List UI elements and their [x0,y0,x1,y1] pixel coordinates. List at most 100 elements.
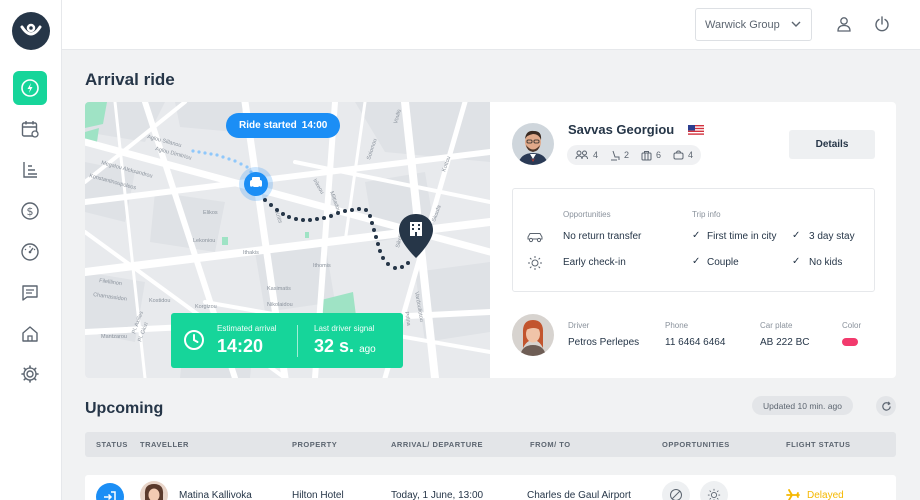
column-header-property[interactable]: PROPERTY [292,440,337,449]
settings-icon [21,365,39,383]
driver-phone[interactable]: 11 6464 6464 [665,337,725,348]
power-icon [875,16,889,32]
svg-text:Ithomis: Ithomis [313,263,331,269]
sidebar-item-rides[interactable] [13,71,47,105]
trip-info-item: First time in city [707,231,777,242]
stat-bags: 4 [673,150,693,160]
sun-icon [528,256,542,270]
ride-started-pill: Ride started 14:00 [226,113,341,138]
top-bar: Warwick Group [62,0,920,50]
traveller-name: Matina Kallivoka [179,490,252,500]
check-icon: ✓ [792,230,801,241]
estimated-arrival-label: Estimated arrival [217,324,277,333]
sidebar-item-dashboard[interactable] [13,235,47,269]
car-icon [527,233,543,243]
logo-mark-icon [20,23,42,36]
phone-label: Phone [665,321,689,330]
no-transfer-icon [662,481,690,500]
check-icon: ✓ [692,230,701,241]
svg-text:Kostidou: Kostidou [149,298,170,304]
svg-text:Ithakis: Ithakis [243,250,259,256]
trip-info-item: No kids [809,257,843,268]
trip-info-item: Couple [707,257,739,268]
column-header-from-to[interactable]: FROM/ TO [530,440,571,449]
car-color-swatch [842,338,858,346]
passenger-avatar [512,123,554,165]
sidebar-item-messages[interactable] [13,276,47,310]
check-icon: ✓ [692,256,701,267]
sidebar-item-finance[interactable]: $ [13,194,47,228]
svg-text:Mantzarou: Mantzarou [101,334,127,340]
arrival-time: Today, 1 June, 13:00 [391,490,484,500]
list-sort-icon [23,162,37,178]
upcoming-title: Upcoming [85,400,164,417]
logout-button[interactable] [872,14,892,34]
svg-text:$: $ [27,205,34,218]
svg-text:Nikolaidou: Nikolaidou [267,302,293,308]
plane-icon [786,489,800,500]
refresh-button[interactable] [876,396,896,416]
driver-name: Petros Perlepes [568,337,640,348]
seat-icon [611,150,620,160]
upcoming-table-header: STATUS TRAVELLER PROPERTY ARRIVAL/ DEPAR… [85,432,896,457]
eta-panel: Estimated arrival 14:20 Last driver sign… [171,313,403,368]
flight-status: Delayed [807,490,844,500]
svg-text:Kasimatis: Kasimatis [267,286,291,292]
clock-icon [184,330,204,350]
home-icon [22,326,38,342]
car-color-label: Color [842,321,862,330]
svg-text:Korgizou: Korgizou [195,304,217,310]
svg-text:Lekoniou: Lekoniou [193,238,215,244]
ride-started-label: Ride started [239,120,297,131]
early-checkin-icon [700,481,728,500]
user-profile-button[interactable] [834,14,854,34]
user-icon [837,17,851,32]
sidebar-item-calendar[interactable] [13,112,47,146]
opportunity-item: Early check-in [563,257,626,268]
page-title: Arrival ride [85,70,175,89]
car-plate: AB 222 BC [760,337,810,348]
trip-info-box: Opportunities Trip info No return transf… [512,188,875,292]
stat-seats: 2 [610,150,629,161]
arrival-ride-card: Aglou Sillanou Aglou Dimitriou Megalou A… [85,102,896,378]
column-header-traveller[interactable]: TRAVELLER [140,440,189,449]
opportunities-header: Opportunities [563,210,611,219]
sidebar: $ [0,0,62,500]
ride-details-panel: Savvas Georgiou 4 2 6 4 Details Opportun… [490,102,896,378]
dollar-icon: $ [21,202,39,220]
column-header-status[interactable]: STATUS [96,440,128,449]
driver-avatar [512,314,554,356]
driver-label: Driver [568,321,590,330]
estimated-arrival-value: 14:20 [217,336,264,356]
app-logo[interactable] [12,12,50,50]
chevron-down-icon [791,21,801,27]
trip-info-header: Trip info [692,210,721,219]
chat-icon [22,285,38,301]
lightning-icon [21,79,39,97]
opportunity-item: No return transfer [563,231,642,242]
calendar-icon [21,121,39,138]
sidebar-item-settings[interactable] [13,357,47,391]
table-row[interactable]: Matina Kallivoka Hilton Hotel Today, 1 J… [85,475,896,500]
eta-divider [297,325,298,357]
column-header-opportunities[interactable]: OPPORTUNITIES [662,440,730,449]
last-signal-value: 32 s. ago [314,336,376,356]
updated-badge: Updated 10 min. ago [752,396,853,415]
ride-map[interactable]: Aglou Sillanou Aglou Dimitriou Megalou A… [85,102,490,378]
column-header-flight-status[interactable]: FLIGHT STATUS [786,440,851,449]
traveller-avatar [140,481,168,500]
property-name: Hilton Hotel [292,490,344,500]
from-to: Charles de Gaul Airport [527,490,631,500]
last-signal-label: Last driver signal [314,324,375,333]
sidebar-item-sort[interactable] [13,153,47,187]
refresh-icon [881,401,891,411]
organization-select[interactable]: Warwick Group [695,8,812,41]
passenger-name: Savvas Georgiou [568,122,675,137]
luggage-icon [641,150,652,160]
sidebar-item-home[interactable] [13,317,47,351]
group-icon [575,150,588,160]
passenger-stats: 4 2 6 4 [567,145,702,165]
details-button[interactable]: Details [789,130,875,159]
stat-passengers: 4 [575,150,598,160]
column-header-arrival[interactable]: ARRIVAL/ DEPARTURE [391,440,483,449]
